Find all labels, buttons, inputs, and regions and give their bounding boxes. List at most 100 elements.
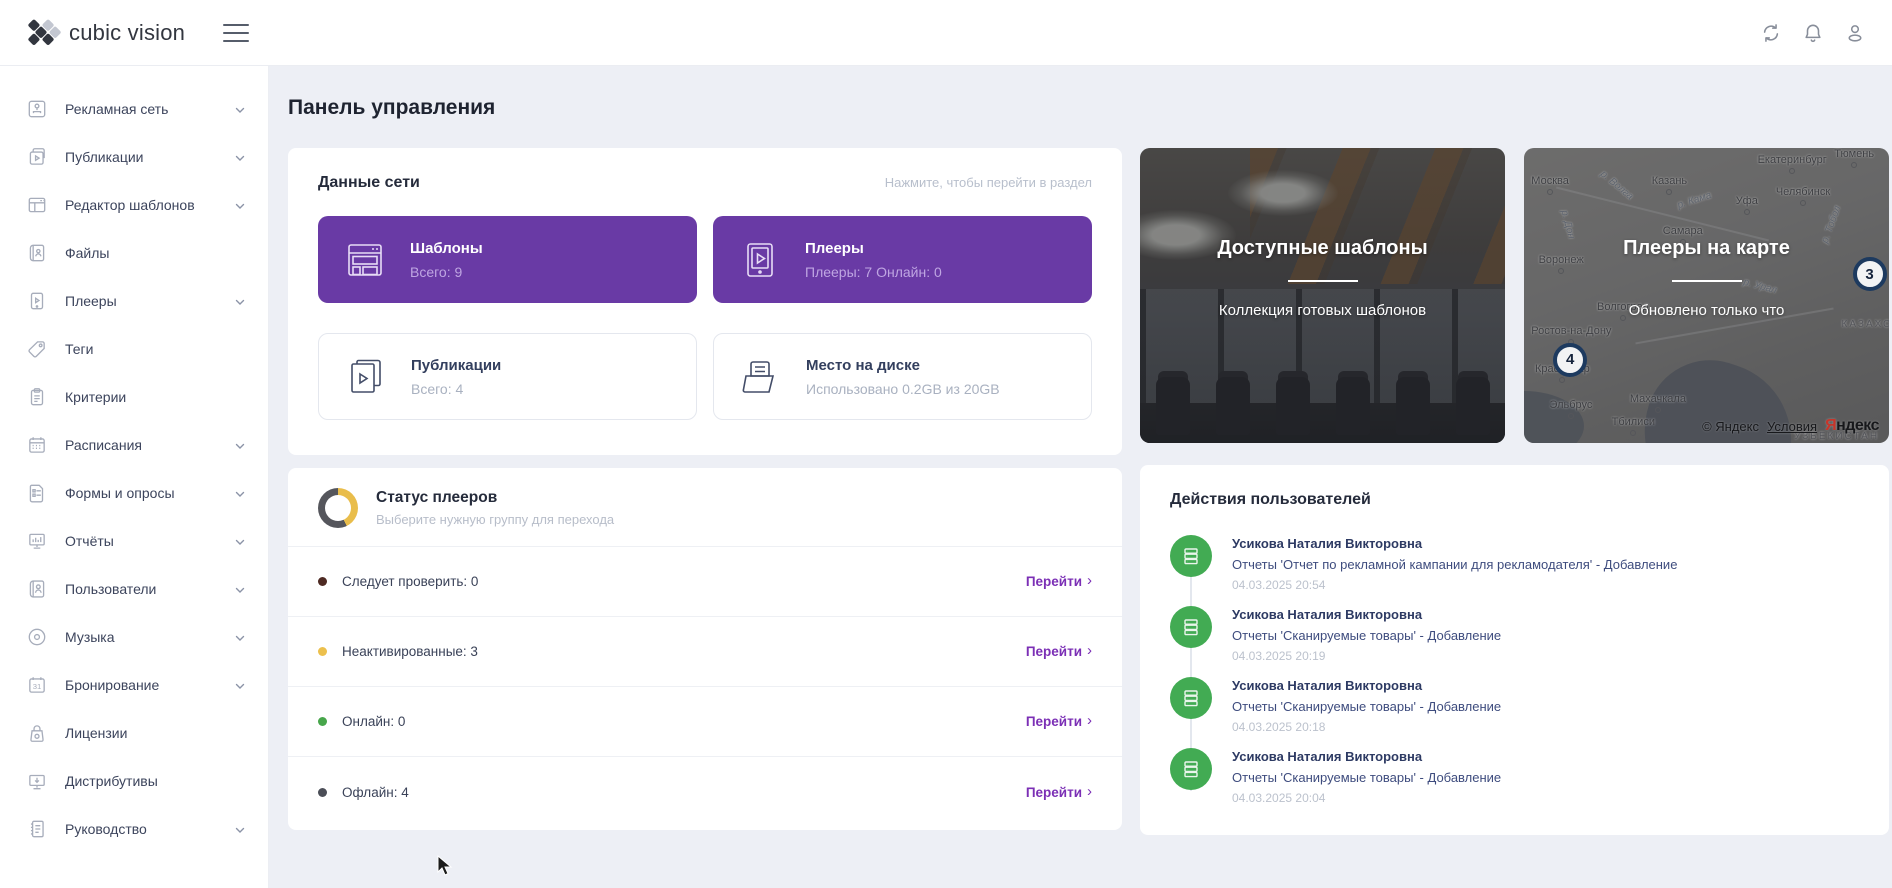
sidebar-item-label: Бронирование: [65, 677, 159, 693]
sync-icon[interactable]: [1760, 22, 1782, 44]
sidebar-item-ad-network[interactable]: Рекламная сеть: [0, 85, 268, 133]
players-icon: [26, 290, 48, 312]
tile-title: Место на диске: [806, 357, 1000, 374]
sidebar-item-players[interactable]: Плееры: [0, 277, 268, 325]
activity-action: Отчеты 'Сканируемые товары' - Добавление: [1232, 770, 1501, 785]
sidebar-item-distributives[interactable]: Дистрибутивы: [0, 757, 268, 805]
go-link[interactable]: Перейти›: [1026, 713, 1092, 730]
user-actions-card: Действия пользователей Усикова Наталия В…: [1140, 465, 1889, 835]
chevron-down-icon: [234, 199, 246, 211]
divider: [1288, 280, 1358, 282]
tile-publications[interactable]: Публикации Всего: 4: [318, 333, 697, 420]
players-status-card: Статус плееров Выберите нужную группу дл…: [288, 468, 1122, 830]
sidebar-item-booking[interactable]: 31 Бронирование: [0, 661, 268, 709]
cubic-vision-logo-icon: [20, 11, 62, 53]
activity-card-title: Действия пользователей: [1170, 491, 1859, 509]
tile-subtitle: Использовано 0.2GB из 20GB: [806, 381, 1000, 397]
guide-icon: [26, 818, 48, 840]
activity-item[interactable]: Усикова Наталия Викторовна Отчеты 'Скани…: [1170, 748, 1859, 805]
report-avatar-icon: [1170, 677, 1212, 719]
chevron-down-icon: [234, 439, 246, 451]
map-city-label: Москва: [1531, 175, 1569, 195]
chevron-right-icon: ›: [1087, 712, 1092, 729]
player-tile-icon: [737, 237, 783, 283]
activity-item[interactable]: Усикова Наталия Викторовна Отчеты 'Скани…: [1170, 677, 1859, 734]
sidebar-item-label: Пользователи: [65, 581, 156, 597]
sidebar-item-label: Лицензии: [65, 725, 127, 741]
chevron-down-icon: [234, 151, 246, 163]
activity-action: Отчеты 'Сканируемые товары' - Добавление: [1232, 699, 1501, 714]
users-icon: [26, 578, 48, 600]
sidebar-item-files[interactable]: Файлы: [0, 229, 268, 277]
go-link[interactable]: Перейти›: [1026, 643, 1092, 660]
map-terms-link[interactable]: Условия: [1767, 419, 1817, 434]
sidebar-item-users[interactable]: Пользователи: [0, 565, 268, 613]
sidebar-item-schedules[interactable]: Расписания: [0, 421, 268, 469]
status-label: Неактивированные: 3: [342, 644, 478, 659]
status-card-title: Статус плееров: [376, 489, 614, 507]
map-copyright: © Яндекс: [1702, 419, 1759, 434]
sidebar-item-criteria[interactable]: Критерии: [0, 373, 268, 421]
report-avatar-icon: [1170, 535, 1212, 577]
tile-templates[interactable]: Шаблоны Всего: 9: [318, 216, 697, 303]
sidebar-item-reports[interactable]: Отчёты: [0, 517, 268, 565]
map-city-label: Уфа: [1736, 195, 1758, 215]
activity-timestamp: 04.03.2025 20:04: [1232, 791, 1501, 805]
chevron-right-icon: ›: [1087, 642, 1092, 659]
status-label: Офлайн: 4: [342, 785, 409, 800]
status-row-inactive[interactable]: Неактивированные: 3 Перейти›: [288, 617, 1122, 687]
sidebar-item-music[interactable]: Музыка: [0, 613, 268, 661]
status-dot: [318, 577, 327, 586]
status-row-offline[interactable]: Офлайн: 4 Перейти›: [288, 757, 1122, 827]
template-tile-icon: [342, 237, 388, 283]
available-templates-card[interactable]: Доступные шаблоны Коллекция готовых шабл…: [1140, 148, 1505, 443]
activity-action: Отчеты 'Отчет по рекламной кампании для …: [1232, 557, 1677, 572]
report-avatar-icon: [1170, 748, 1212, 790]
go-link[interactable]: Перейти›: [1026, 784, 1092, 801]
sidebar-item-tags[interactable]: Теги: [0, 325, 268, 373]
distributives-icon: [26, 770, 48, 792]
map-city-label: Махачкала: [1630, 393, 1686, 413]
chevron-down-icon: [234, 487, 246, 499]
map-promo-title: Плееры на карте: [1524, 237, 1889, 260]
yandex-logo: Яндекс: [1825, 417, 1879, 435]
sidebar-item-template-editor[interactable]: Редактор шаблонов: [0, 181, 268, 229]
activity-timestamp: 04.03.2025 20:19: [1232, 649, 1501, 663]
status-dot: [318, 647, 327, 656]
hamburger-menu-icon[interactable]: [223, 24, 249, 42]
activity-action: Отчеты 'Сканируемые товары' - Добавление: [1232, 628, 1501, 643]
main-content: Панель управления Данные сети Нажмите, ч…: [269, 66, 1892, 888]
sidebar-item-guide[interactable]: Руководство: [0, 805, 268, 853]
files-icon: [26, 242, 48, 264]
players-map-card[interactable]: Москва Казань Екатеринбург Тюмень Челяби…: [1524, 148, 1889, 443]
tile-subtitle: Всего: 9: [410, 264, 483, 280]
sidebar-item-publications[interactable]: Публикации: [0, 133, 268, 181]
report-avatar-icon: [1170, 606, 1212, 648]
status-row-online[interactable]: Онлайн: 0 Перейти›: [288, 687, 1122, 757]
sidebar-item-label: Отчёты: [65, 533, 114, 549]
network-card-hint: Нажмите, чтобы перейти в раздел: [885, 175, 1092, 190]
app-logo[interactable]: cubic vision: [26, 18, 185, 48]
go-link[interactable]: Перейти›: [1026, 573, 1092, 590]
template-editor-icon: [26, 194, 48, 216]
publications-tile-icon: [343, 354, 389, 400]
sidebar-item-label: Музыка: [65, 629, 115, 645]
sidebar-item-label: Редактор шаблонов: [65, 197, 195, 213]
chevron-right-icon: ›: [1087, 783, 1092, 800]
tags-icon: [26, 338, 48, 360]
status-row-check[interactable]: Следует проверить: 0 Перейти›: [288, 547, 1122, 617]
bell-icon[interactable]: [1802, 22, 1824, 44]
sidebar-item-forms-surveys[interactable]: Формы и опросы: [0, 469, 268, 517]
sidebar-item-label: Файлы: [65, 245, 109, 261]
activity-item[interactable]: Усикова Наталия Викторовна Отчеты 'Отчет…: [1170, 535, 1859, 592]
user-icon[interactable]: [1844, 22, 1866, 44]
map-city-label: Тюмень: [1834, 148, 1874, 168]
sidebar-item-label: Рекламная сеть: [65, 101, 168, 117]
tile-disk-space[interactable]: Место на диске Использовано 0.2GB из 20G…: [713, 333, 1092, 420]
licenses-icon: [26, 722, 48, 744]
map-cluster-badge[interactable]: 4: [1553, 343, 1587, 377]
tile-players[interactable]: Плееры Плееры: 7 Онлайн: 0: [713, 216, 1092, 303]
map-city-label: Екатеринбург: [1758, 154, 1827, 174]
sidebar-item-licenses[interactable]: Лицензии: [0, 709, 268, 757]
activity-item[interactable]: Усикова Наталия Викторовна Отчеты 'Скани…: [1170, 606, 1859, 663]
